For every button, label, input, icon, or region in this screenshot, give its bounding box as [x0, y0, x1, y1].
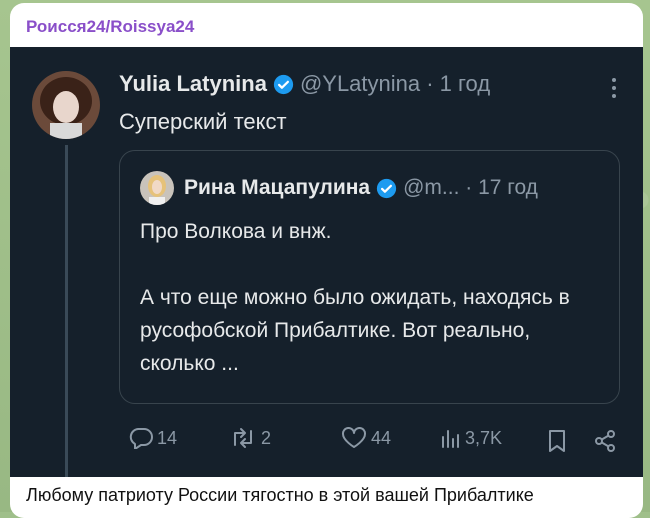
tweet-header: Yulia Latynina @YLatynina · 1 год — [119, 71, 490, 97]
verified-badge-icon — [273, 74, 294, 94]
views-bar-chart-icon — [442, 430, 459, 448]
reply-icon — [129, 428, 153, 449]
quoted-tweet[interactable]: Рина Мацапулина @m... · 17 год Про Волко… — [119, 150, 620, 404]
retweet-count: 2 — [261, 427, 272, 448]
more-options-icon[interactable] — [611, 77, 617, 99]
views-button[interactable]: 3,7K — [439, 427, 502, 449]
thread-line — [65, 145, 68, 477]
quoted-tweet-text: Про Волкова и внж. А что еще можно было … — [140, 215, 610, 380]
heart-icon — [342, 427, 366, 448]
tweet-actions: 14 2 44 3,7K — [119, 427, 620, 457]
quoted-tweet-header: Рина Мацапулина @m... · 17 год — [140, 171, 538, 205]
paragraph-spacer — [140, 248, 610, 281]
quoted-author-handle-time: @m... · 17 год — [403, 176, 538, 199]
like-count: 44 — [371, 427, 392, 448]
author-avatar — [32, 71, 100, 139]
quoted-author-name[interactable]: Рина Мацапулина — [184, 176, 370, 200]
bookmark-icon[interactable] — [547, 429, 567, 453]
tweet-screenshot[interactable]: Yulia Latynina @YLatynina · 1 год Суперс… — [10, 47, 643, 477]
message-bubble[interactable]: Роисся24/Roissya24 Yulia Latynina @YLaty… — [10, 3, 643, 518]
like-button[interactable]: 44 — [341, 427, 391, 449]
quoted-paragraph-1: Про Волкова и внж. — [140, 220, 332, 243]
reply-count: 14 — [157, 427, 178, 448]
author-name[interactable]: Yulia Latynina — [119, 71, 267, 97]
message-caption: Любому патриоту России тягостно в этой в… — [26, 485, 534, 505]
channel-name[interactable]: Роисся24/Roissya24 — [26, 17, 194, 37]
quoted-author-avatar — [140, 171, 174, 205]
verified-badge-icon — [376, 178, 397, 198]
retweet-icon — [234, 428, 252, 448]
share-icon[interactable] — [593, 429, 617, 453]
tweet-text: Суперский текст — [119, 109, 287, 134]
retweet-button[interactable]: 2 — [229, 427, 271, 449]
reply-button[interactable]: 14 — [129, 427, 177, 449]
author-handle-time: @YLatynina · 1 год — [299, 71, 491, 96]
views-count: 3,7K — [465, 427, 503, 448]
quoted-paragraph-2: А что еще можно было ожидать, находясь в… — [140, 286, 570, 375]
